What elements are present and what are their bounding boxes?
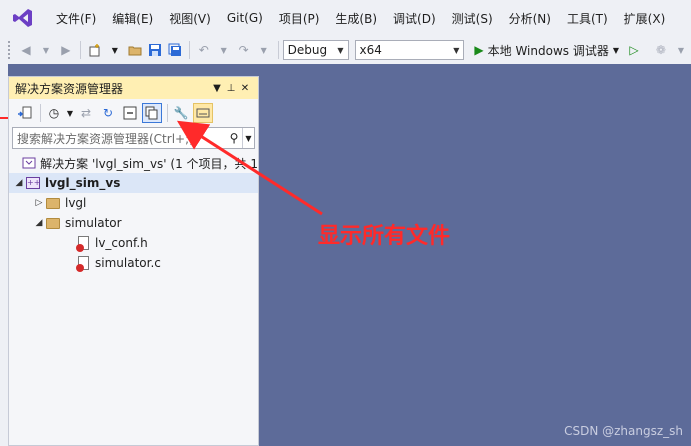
cpp-project-icon: ++ [26,177,41,189]
platform-select[interactable]: x64 ▼ [354,40,465,60]
menu-tools[interactable]: 工具(T) [559,10,616,27]
file-lv-conf-label: lv_conf.h [95,236,148,250]
folder-icon [45,215,61,231]
preview-selected-items-icon[interactable] [193,103,213,123]
header-file-error-icon [75,235,91,252]
new-project-icon[interactable] [86,41,104,59]
menu-git[interactable]: Git(G) [219,11,271,25]
file-simulator-label: simulator.c [95,256,161,270]
solution-tree: 解决方案 'lvgl_sim_vs' (1 个项目，共 1 ◢ ++ lvgl_… [9,153,258,273]
project-label: lvgl_sim_vs [45,176,121,190]
start-debugging-button[interactable]: ▶ 本地 Windows 调试器 ▼ [474,42,619,59]
chevron-down-icon: ▼ [453,45,460,55]
panel-title-bar[interactable]: 解决方案资源管理器 ▼ ⊥ ✕ [9,77,258,99]
chevron-down-icon[interactable]: ▼ [210,83,224,94]
menu-extensions[interactable]: 扩展(X) [616,10,674,27]
collapsed-arrow-icon[interactable]: ▷ [33,198,45,208]
collapse-all-icon[interactable] [120,103,140,123]
chevron-down-icon[interactable]: ▼ [242,128,254,148]
chevron-down-icon: ▼ [612,45,619,55]
show-all-files-button[interactable] [142,103,162,123]
watermark: CSDN @zhangsz_sh [564,424,683,438]
folder-simulator-label: simulator [65,216,122,230]
expanded-arrow-icon[interactable]: ◢ [33,218,45,228]
menu-edit[interactable]: 编辑(E) [104,10,161,27]
open-folder-icon[interactable] [126,41,144,59]
tree-item-file-lv-conf[interactable]: lv_conf.h [9,233,258,253]
panel-toolbar: ◷ ▼ ⇄ ↻ 🔧 [9,99,258,127]
platform-value: x64 [359,43,382,57]
solution-search-box[interactable]: 搜索解决方案资源管理器(Ctrl+;) ⚲ ▼ [12,127,255,149]
main-toolbar: ◀ ▼ ▶ ▼ ↶ ▼ ↷ ▼ Debug ▼ x64 ▼ ▶ 本地 Windo… [0,36,691,64]
panel-title: 解决方案资源管理器 [15,81,124,96]
chevron-down-icon[interactable]: ▼ [66,103,74,123]
menu-view[interactable]: 视图(V) [161,10,219,27]
solution-icon [22,155,36,171]
toolbar-divider [40,104,41,122]
configuration-value: Debug [287,43,328,57]
chevron-down-icon[interactable]: ▼ [106,41,124,59]
solution-label: 解决方案 'lvgl_sim_vs' (1 个项目，共 1 [40,156,258,171]
chevron-down-icon[interactable]: ▼ [255,41,273,59]
toolbar-divider [167,104,168,122]
configuration-select[interactable]: Debug ▼ [282,40,349,60]
close-icon[interactable]: ✕ [238,83,252,94]
tree-item-file-simulator[interactable]: simulator.c [9,253,258,273]
sync-with-document-icon[interactable]: ⇄ [76,103,96,123]
folder-icon [45,195,61,211]
pin-icon[interactable]: ⊥ [224,83,238,94]
menu-test[interactable]: 测试(S) [444,10,501,27]
toolbar-divider [188,41,190,59]
menu-project[interactable]: 项目(P) [271,10,328,27]
visual-studio-logo-icon[interactable] [10,5,36,31]
pending-changes-filter-icon[interactable]: ◷ [44,103,64,123]
redo-icon[interactable]: ↷ [235,41,253,59]
menu-analyze[interactable]: 分析(N) [501,10,559,27]
tree-item-project[interactable]: ◢ ++ lvgl_sim_vs [9,173,258,193]
folder-lvgl-label: lvgl [65,196,87,210]
annotation-label: 显示所有文件 [318,224,451,249]
run-label: 本地 Windows 调试器 [487,43,609,58]
chevron-down-icon[interactable]: ▼ [672,41,690,59]
menu-debug[interactable]: 调试(D) [385,10,444,27]
tree-item-solution[interactable]: 解决方案 'lvgl_sim_vs' (1 个项目，共 1 [9,153,258,173]
solution-explorer-panel: 解决方案资源管理器 ▼ ⊥ ✕ ◷ ▼ ⇄ ↻ 🔧 搜索解决方案资源管理器(Ct… [8,76,259,446]
save-icon[interactable] [146,41,164,59]
play-icon: ▶ [474,43,484,57]
back-icon[interactable]: ◀ [17,41,35,59]
refresh-icon[interactable]: ↻ [98,103,118,123]
search-icon[interactable]: ⚲ [226,131,242,145]
expanded-arrow-icon[interactable]: ◢ [13,178,25,188]
toolbar-divider [79,41,81,59]
properties-wrench-icon[interactable]: 🔧 [171,103,191,123]
hot-reload-icon[interactable]: ❁ [652,41,670,59]
toolbar-grip[interactable] [8,41,12,59]
tree-item-folder-lvgl[interactable]: ▷ lvgl [9,193,258,213]
save-all-icon[interactable] [166,41,184,59]
forward-icon[interactable]: ▶ [57,41,75,59]
menu-build[interactable]: 生成(B) [327,10,385,27]
chevron-down-icon[interactable]: ▼ [37,41,55,59]
tree-item-folder-simulator[interactable]: ◢ simulator [9,213,258,233]
toolbar-divider [277,41,279,59]
switch-views-icon[interactable] [15,103,35,123]
start-without-debugging-icon[interactable]: ▷ [625,41,643,59]
c-file-error-icon [75,255,91,272]
undo-icon[interactable]: ↶ [195,41,213,59]
left-dock-strip [0,64,8,446]
menu-bar: 文件(F) 编辑(E) 视图(V) Git(G) 项目(P) 生成(B) 调试(… [0,0,691,36]
search-input[interactable]: 搜索解决方案资源管理器(Ctrl+;) [13,130,226,147]
chevron-down-icon[interactable]: ▼ [215,41,233,59]
chevron-down-icon: ▼ [337,45,344,55]
menu-file[interactable]: 文件(F) [48,10,104,27]
